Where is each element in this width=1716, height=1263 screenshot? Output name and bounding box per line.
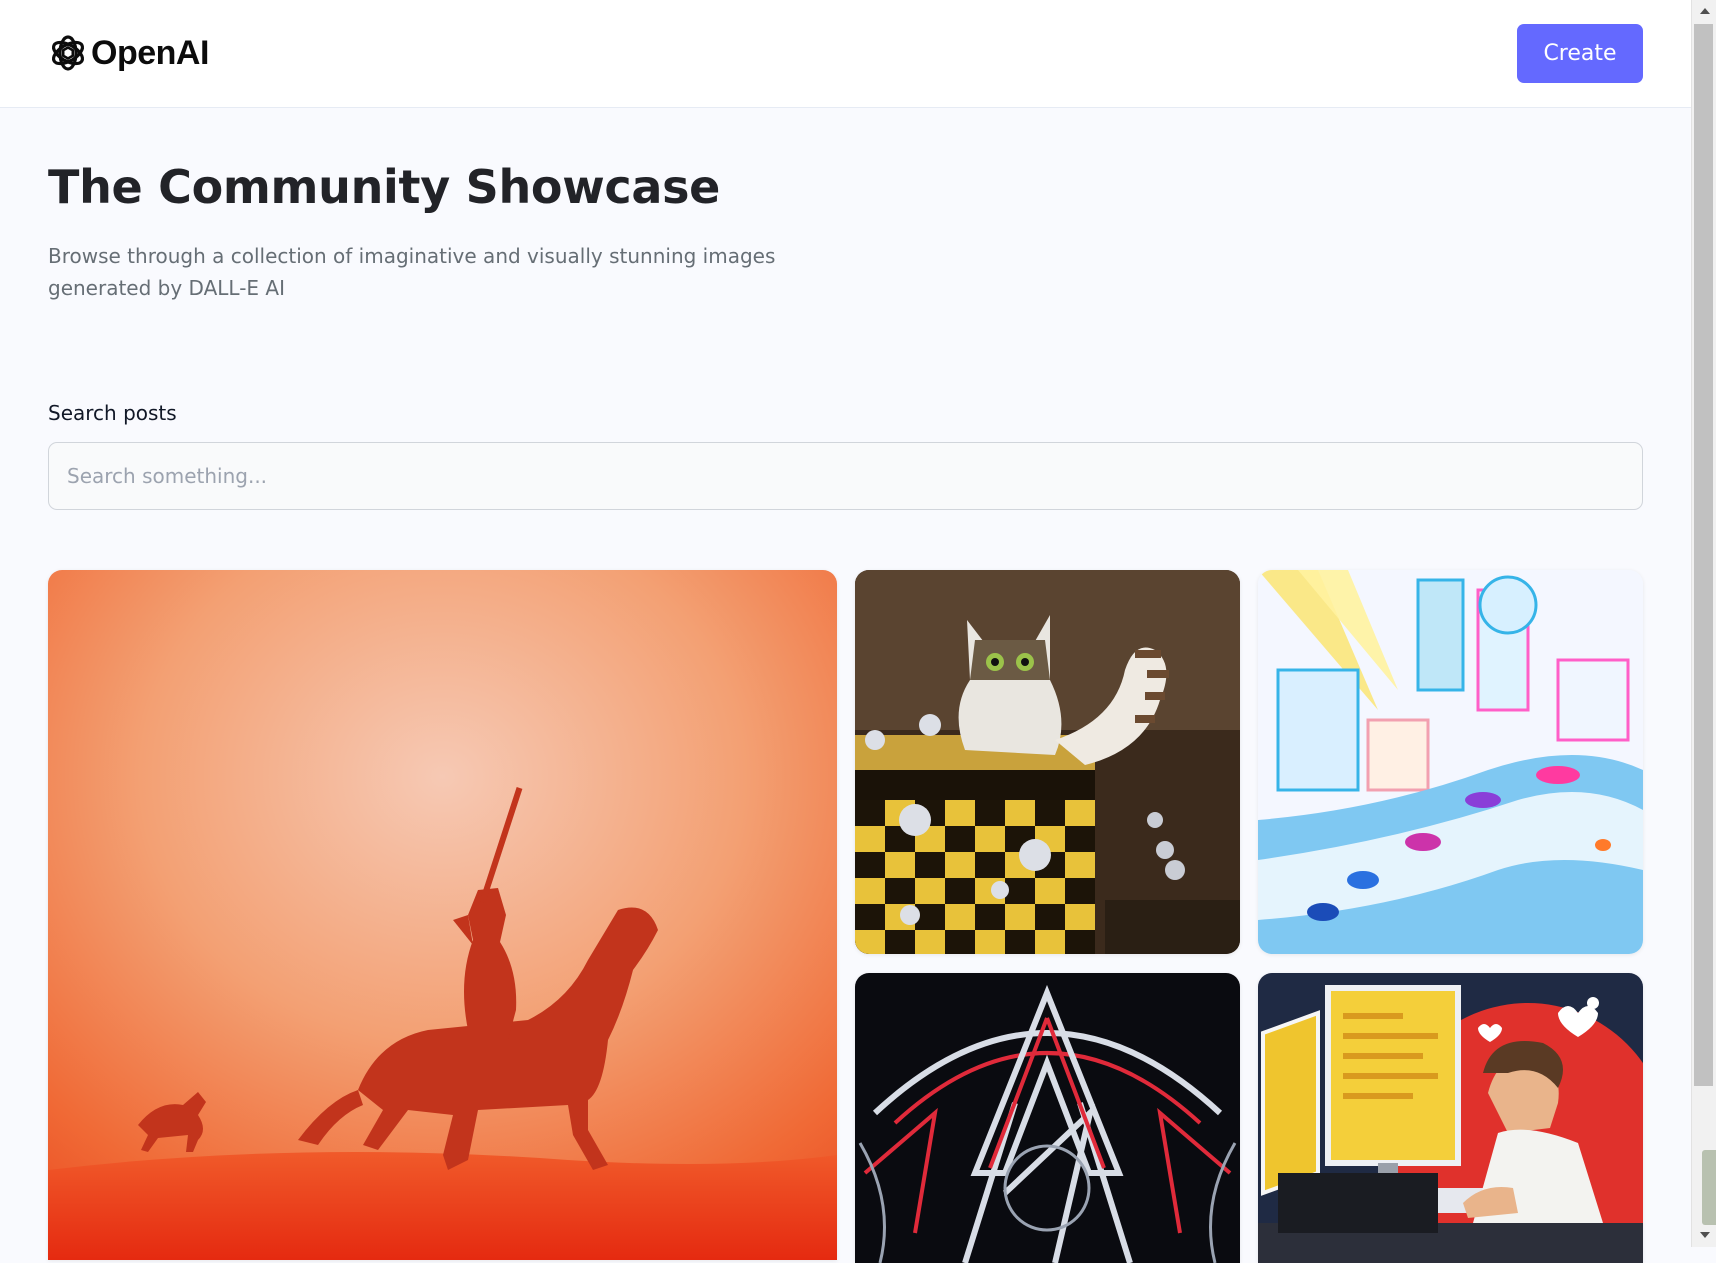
cat-chess-image bbox=[855, 570, 1240, 954]
search-label: Search posts bbox=[48, 401, 177, 425]
side-panel-tab[interactable] bbox=[1702, 1150, 1716, 1225]
top-navbar: OpenAI Create bbox=[0, 0, 1691, 108]
page-title: The Community Showcase bbox=[48, 160, 721, 214]
futuristic-city-image bbox=[1258, 570, 1643, 954]
gallery-image-neon-emblem[interactable] bbox=[855, 973, 1240, 1263]
scrollbar-thumb[interactable] bbox=[1694, 24, 1713, 1086]
scroll-down-arrow-icon[interactable] bbox=[1700, 1232, 1710, 1238]
gallery-image-knight[interactable] bbox=[48, 570, 837, 1260]
gallery-image-futuristic-city[interactable] bbox=[1258, 570, 1643, 954]
knight-image bbox=[48, 570, 837, 1260]
page: OpenAI Create The Community Showcase Bro… bbox=[0, 0, 1691, 1263]
gallery-image-cat-chess[interactable] bbox=[855, 570, 1240, 954]
search-input[interactable] bbox=[48, 442, 1643, 510]
logo-text: OpenAI bbox=[91, 33, 209, 72]
programmer-image bbox=[1258, 973, 1643, 1263]
openai-logo-link[interactable]: OpenAI bbox=[47, 32, 209, 74]
scroll-up-arrow-icon[interactable] bbox=[1700, 8, 1710, 14]
neon-emblem-image bbox=[855, 973, 1240, 1263]
gallery-image-programmer[interactable] bbox=[1258, 973, 1643, 1263]
page-subtitle: Browse through a collection of imaginati… bbox=[48, 244, 776, 300]
create-button[interactable]: Create bbox=[1517, 24, 1643, 83]
openai-logo-icon bbox=[51, 35, 85, 71]
